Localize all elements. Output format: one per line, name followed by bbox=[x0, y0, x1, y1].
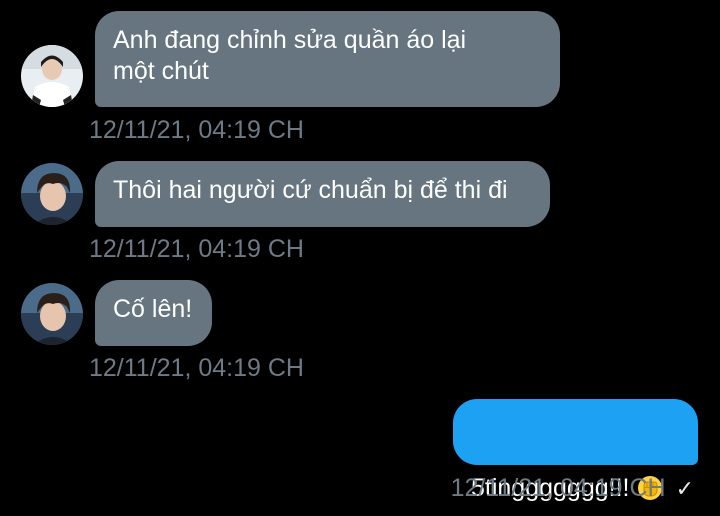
avatar-photo-icon bbox=[21, 45, 83, 107]
message-bubble[interactable]: Cố lên! bbox=[95, 280, 212, 346]
message-bubble[interactable]: Anh đang chỉnh sửa quần áo lại một chút bbox=[95, 11, 560, 107]
message-bubble-outgoing[interactable]: 5tinggggggg!!! bbox=[453, 399, 698, 502]
message-bubble[interactable]: Thôi hai người cứ chuẩn bị để thi đi bbox=[95, 161, 550, 227]
sent-check-icon: ✓ bbox=[675, 476, 694, 501]
message-timestamp: 12/11/21, 04:19 CH bbox=[89, 235, 304, 263]
message-timestamp: 12/11/21, 04:19 CH bbox=[89, 354, 304, 382]
avatar-photo-icon bbox=[21, 163, 83, 225]
sender-avatar[interactable] bbox=[21, 283, 83, 345]
message-timestamp: 12/11/21, 04:19 CH bbox=[89, 116, 304, 144]
sender-avatar[interactable] bbox=[21, 163, 83, 225]
message-timestamp: 12/11/21, 04:19 CH ✓ bbox=[451, 473, 694, 504]
avatar-photo-icon bbox=[21, 283, 83, 345]
timestamp-text: 12/11/21, 04:19 CH bbox=[450, 474, 666, 502]
sender-avatar[interactable] bbox=[21, 45, 83, 107]
